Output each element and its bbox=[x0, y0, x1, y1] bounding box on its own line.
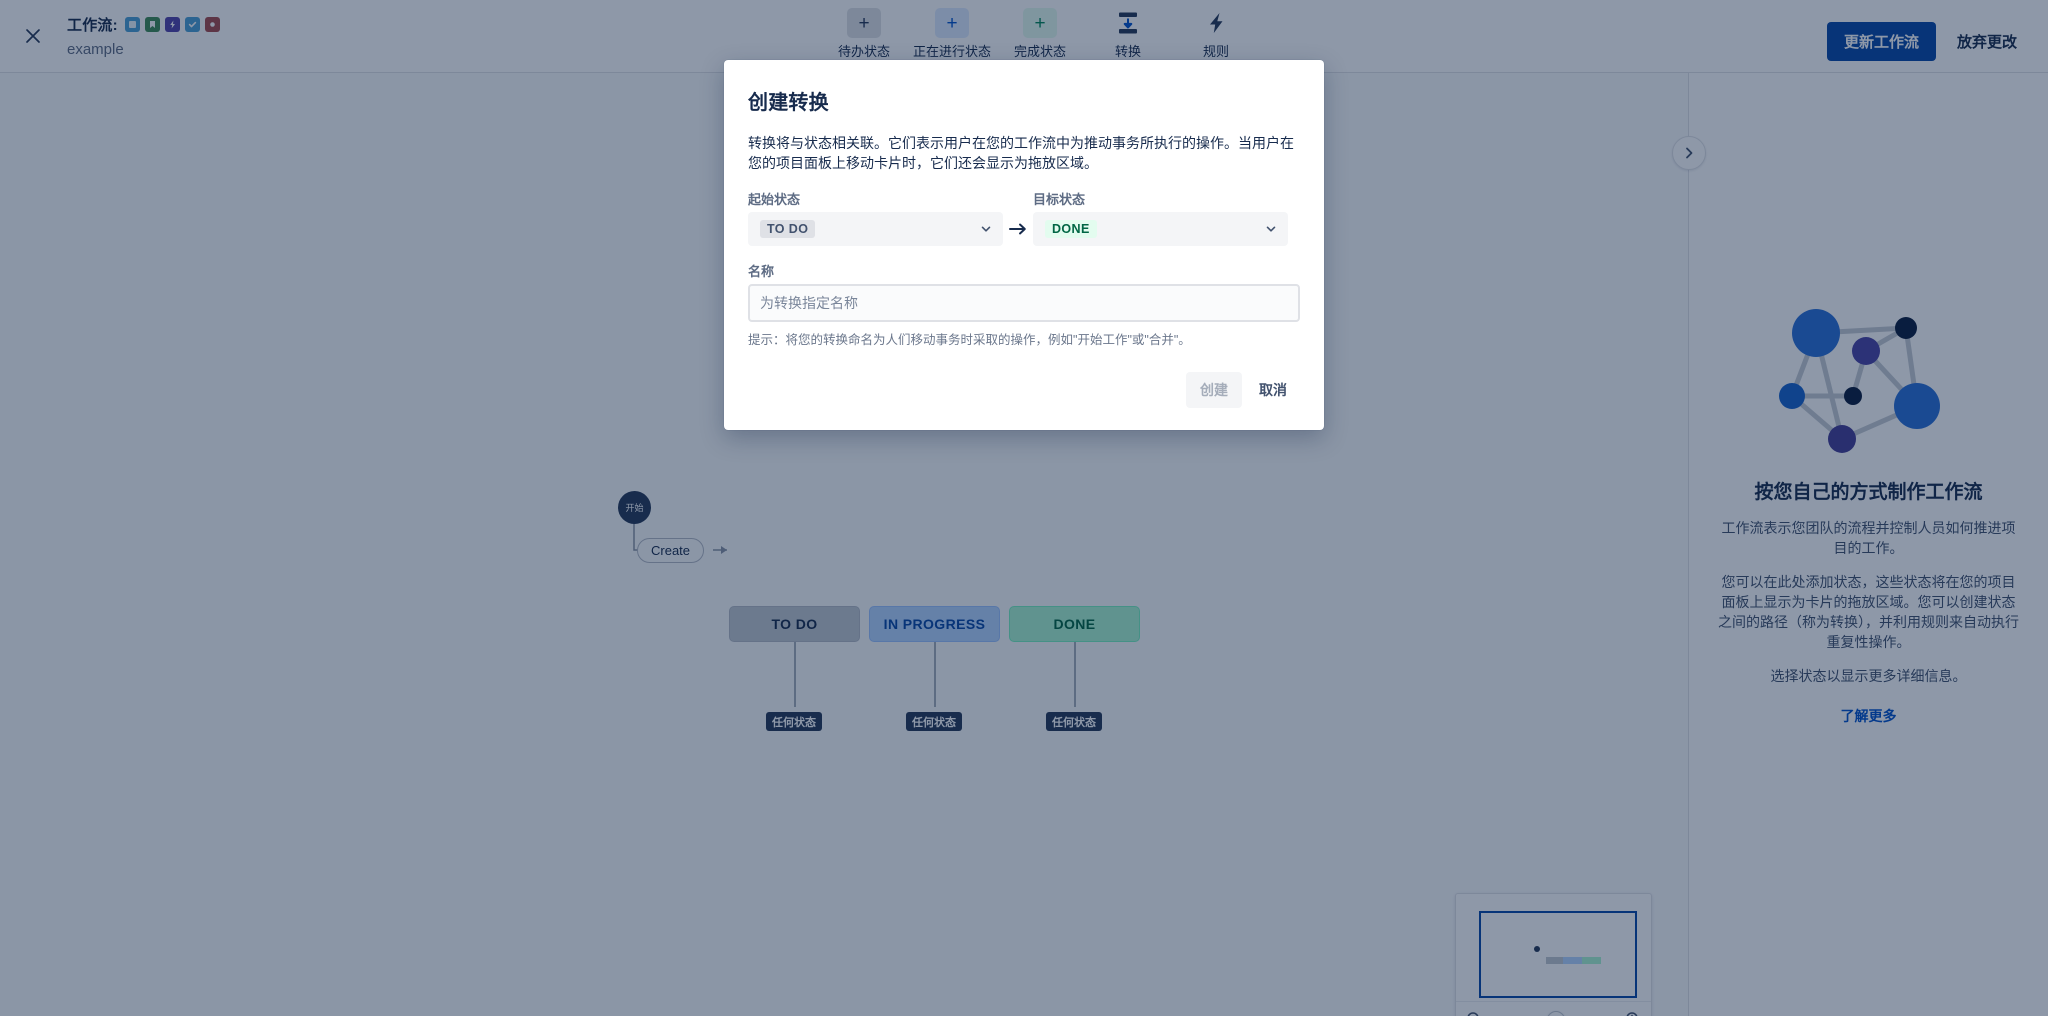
create-button[interactable]: 创建 bbox=[1186, 372, 1242, 408]
workflow-editor-app: 工作流: example + 待办状态 + 正在进行状态 + 完成状态 转换 规… bbox=[0, 0, 2048, 1016]
from-status-label: 起始状态 bbox=[748, 192, 801, 207]
transition-name-group: 名称 提示：将您的转换命名为人们移动事务时采取的操作，例如"开始工作"或"合并"… bbox=[748, 261, 1300, 348]
transition-name-input[interactable] bbox=[748, 284, 1300, 322]
modal-footer: 创建 取消 bbox=[748, 372, 1300, 408]
transition-name-label: 名称 bbox=[748, 264, 775, 279]
to-status-group: 目标状态 DONE bbox=[1033, 189, 1288, 246]
from-status-badge: TO DO bbox=[760, 220, 816, 238]
create-transition-modal: 创建转换 转换将与状态相关联。它们表示用户在您的工作流中为推动事务所执行的操作。… bbox=[724, 60, 1324, 430]
from-status-select[interactable]: TO DO bbox=[748, 212, 1003, 246]
transition-name-hint: 提示：将您的转换命名为人们移动事务时采取的操作，例如"开始工作"或"合并"。 bbox=[748, 333, 1191, 347]
cancel-button[interactable]: 取消 bbox=[1246, 372, 1300, 408]
chevron-down-icon bbox=[1264, 222, 1278, 236]
modal-title: 创建转换 bbox=[748, 92, 829, 114]
create-transition-modal-wrapper: 创建转换 转换将与状态相关联。它们表示用户在您的工作流中为推动事务所执行的操作。… bbox=[0, 0, 2048, 1016]
from-status-group: 起始状态 TO DO bbox=[748, 189, 1003, 246]
to-status-label: 目标状态 bbox=[1033, 192, 1086, 207]
to-status-badge: DONE bbox=[1045, 220, 1097, 238]
chevron-down-icon bbox=[979, 222, 993, 236]
to-status-select[interactable]: DONE bbox=[1033, 212, 1288, 246]
arrow-right-icon bbox=[1003, 212, 1033, 246]
status-selection-row: 起始状态 TO DO 目标状态 DONE bbox=[748, 189, 1300, 246]
modal-description: 转换将与状态相关联。它们表示用户在您的工作流中为推动事务所执行的操作。当用户在您… bbox=[748, 135, 1294, 171]
